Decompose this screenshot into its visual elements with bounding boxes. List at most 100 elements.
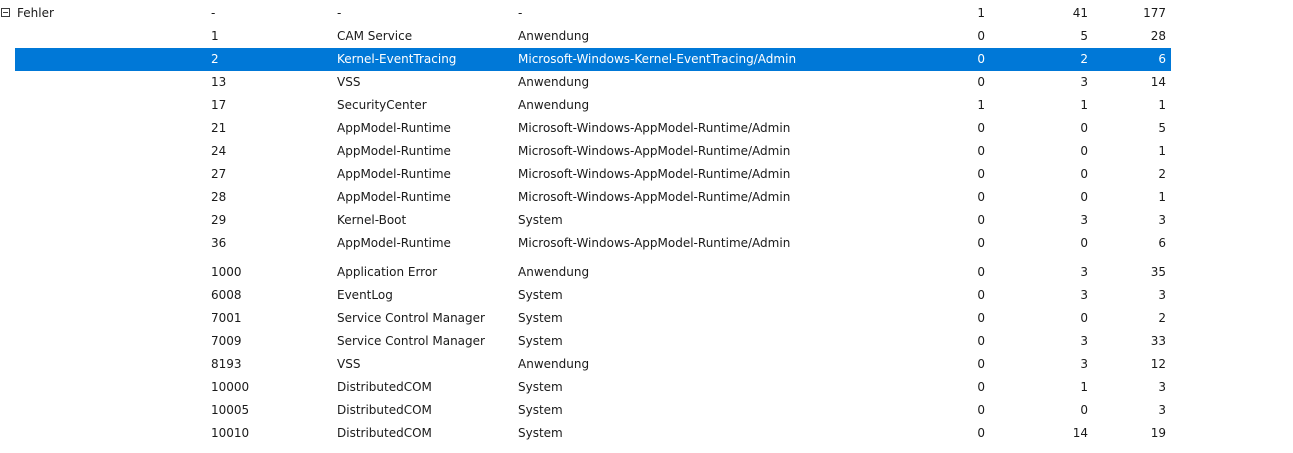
table-row[interactable]: 28 AppModel-Runtime Microsoft-Windows-AppM… xyxy=(15,186,1171,209)
count-1-cell: 0 xyxy=(977,380,985,394)
count-1-cell: 0 xyxy=(977,167,985,181)
event-summary-grid: Fehler - - - 1 41 177 1 CAM Service Anwend… xyxy=(0,0,1293,453)
table-row[interactable]: 36 AppModel-Runtime Microsoft-Windows-AppM… xyxy=(15,232,1171,255)
count-1-cell: 0 xyxy=(977,75,985,89)
count-1-cell: 0 xyxy=(977,334,985,348)
group-row-fehler[interactable]: Fehler - - - 1 41 177 xyxy=(0,2,1180,25)
event-id-cell: 7001 xyxy=(211,311,242,325)
count-3-cell: 14 xyxy=(1150,75,1166,89)
log-cell: System xyxy=(518,311,563,325)
event-id-cell: 1000 xyxy=(211,265,242,279)
table-row[interactable]: 6008 EventLog System 0 3 3 xyxy=(15,284,1171,307)
event-id-cell: 8193 xyxy=(211,357,242,371)
event-id-cell: 24 xyxy=(211,144,227,158)
count-3-cell: 12 xyxy=(1150,357,1166,371)
collapse-minus-icon[interactable] xyxy=(1,8,10,17)
group-label: Fehler xyxy=(17,6,54,20)
log-cell: Anwendung xyxy=(518,75,590,89)
log-cell: System xyxy=(518,426,563,440)
event-id-cell: 21 xyxy=(211,121,227,135)
log-cell: Anwendung xyxy=(518,29,590,43)
count-2-cell: 2 xyxy=(1080,52,1088,66)
log-cell: System xyxy=(518,288,563,302)
source-cell: DistributedCOM xyxy=(337,426,432,440)
source-cell: SecurityCenter xyxy=(337,98,427,112)
event-id-cell: 27 xyxy=(211,167,227,181)
source-cell: VSS xyxy=(337,357,361,371)
source-cell: AppModel-Runtime xyxy=(337,144,451,158)
log-cell: Microsoft-Windows-AppModel-Runtime/Admin xyxy=(518,167,791,181)
table-row[interactable]: 10010 DistributedCOM System 0 14 19 xyxy=(15,422,1171,445)
count-3-cell: 1 xyxy=(1158,144,1166,158)
event-id-cell: 10000 xyxy=(211,380,250,394)
log-cell: Microsoft-Windows-AppModel-Runtime/Admin xyxy=(518,144,791,158)
event-id-cell: 7009 xyxy=(211,334,242,348)
group-id-cell: - xyxy=(211,6,216,20)
table-row[interactable]: 1 CAM Service Anwendung 0 5 28 xyxy=(15,25,1171,48)
count-3-cell: 1 xyxy=(1158,98,1166,112)
count-3-cell: 3 xyxy=(1158,288,1166,302)
source-cell: AppModel-Runtime xyxy=(337,236,451,250)
count-2-cell: 5 xyxy=(1080,29,1088,43)
source-cell: AppModel-Runtime xyxy=(337,167,451,181)
log-cell: System xyxy=(518,213,563,227)
count-2-cell: 3 xyxy=(1080,357,1088,371)
table-row[interactable]: 29 Kernel-Boot System 0 3 3 xyxy=(15,209,1171,232)
source-cell: Application Error xyxy=(337,265,438,279)
table-row[interactable]: 7009 Service Control Manager System 0 3 33 xyxy=(15,330,1171,353)
table-row[interactable]: 21 AppModel-Runtime Microsoft-Windows-AppM… xyxy=(15,117,1171,140)
event-id-cell: 17 xyxy=(211,98,227,112)
count-2-cell: 3 xyxy=(1080,75,1088,89)
source-cell: EventLog xyxy=(337,288,393,302)
table-row[interactable]: 27 AppModel-Runtime Microsoft-Windows-AppM… xyxy=(15,163,1171,186)
source-cell: Kernel-EventTracing xyxy=(337,52,457,66)
count-1-cell: 0 xyxy=(977,288,985,302)
count-2-cell: 3 xyxy=(1080,334,1088,348)
log-cell: System xyxy=(518,403,563,417)
table-row[interactable]: 13 VSS Anwendung 0 3 14 xyxy=(15,71,1171,94)
source-cell: DistributedCOM xyxy=(337,380,432,394)
source-cell: VSS xyxy=(337,75,361,89)
count-3-cell: 28 xyxy=(1150,29,1166,43)
table-row[interactable]: 1000 Application Error Anwendung 0 3 35 xyxy=(15,261,1171,284)
count-2-cell: 3 xyxy=(1080,213,1088,227)
count-1-cell: 0 xyxy=(977,190,985,204)
source-cell: AppModel-Runtime xyxy=(337,121,451,135)
table-row[interactable]: 17 SecurityCenter Anwendung 1 1 1 xyxy=(15,94,1171,117)
count-3-cell: 1 xyxy=(1158,190,1166,204)
count-1-cell: 0 xyxy=(977,144,985,158)
table-row[interactable]: 10005 DistributedCOM System 0 0 3 xyxy=(15,399,1171,422)
table-row[interactable]: 7001 Service Control Manager System 0 0 2 xyxy=(15,307,1171,330)
log-cell: Anwendung xyxy=(518,98,590,112)
count-2-cell: 3 xyxy=(1080,288,1088,302)
source-cell: Service Control Manager xyxy=(337,334,485,348)
log-cell: Microsoft-Windows-AppModel-Runtime/Admin xyxy=(518,190,791,204)
count-3-cell: 35 xyxy=(1150,265,1166,279)
count-1-cell: 0 xyxy=(977,121,985,135)
log-cell: System xyxy=(518,334,563,348)
count-3-cell: 2 xyxy=(1158,311,1166,325)
count-1-cell: 0 xyxy=(977,236,985,250)
count-1-cell: 1 xyxy=(977,98,985,112)
count-1-cell: 0 xyxy=(977,213,985,227)
event-id-cell: 6008 xyxy=(211,288,242,302)
log-cell: Anwendung xyxy=(518,265,590,279)
count-3-cell: 6 xyxy=(1158,52,1166,66)
count-1-cell: 0 xyxy=(977,29,985,43)
count-2-cell: 0 xyxy=(1080,236,1088,250)
source-cell: CAM Service xyxy=(337,29,413,43)
source-cell: Service Control Manager xyxy=(337,311,485,325)
count-2-cell: 0 xyxy=(1080,167,1088,181)
group-count-2: 41 xyxy=(1072,6,1088,20)
count-2-cell: 0 xyxy=(1080,121,1088,135)
source-cell: Kernel-Boot xyxy=(337,213,407,227)
count-1-cell: 0 xyxy=(977,357,985,371)
table-row[interactable]: 8193 VSS Anwendung 0 3 12 xyxy=(15,353,1171,376)
table-row[interactable]: 10000 DistributedCOM System 0 1 3 xyxy=(15,376,1171,399)
table-row[interactable]: 2 Kernel-EventTracing Microsoft-Windows-Ke… xyxy=(15,48,1171,71)
event-id-cell: 10010 xyxy=(211,426,250,440)
table-row[interactable]: 24 AppModel-Runtime Microsoft-Windows-AppM… xyxy=(15,140,1171,163)
count-2-cell: 1 xyxy=(1080,380,1088,394)
clipped-row-below xyxy=(0,449,1293,453)
event-id-cell: 2 xyxy=(211,52,219,66)
